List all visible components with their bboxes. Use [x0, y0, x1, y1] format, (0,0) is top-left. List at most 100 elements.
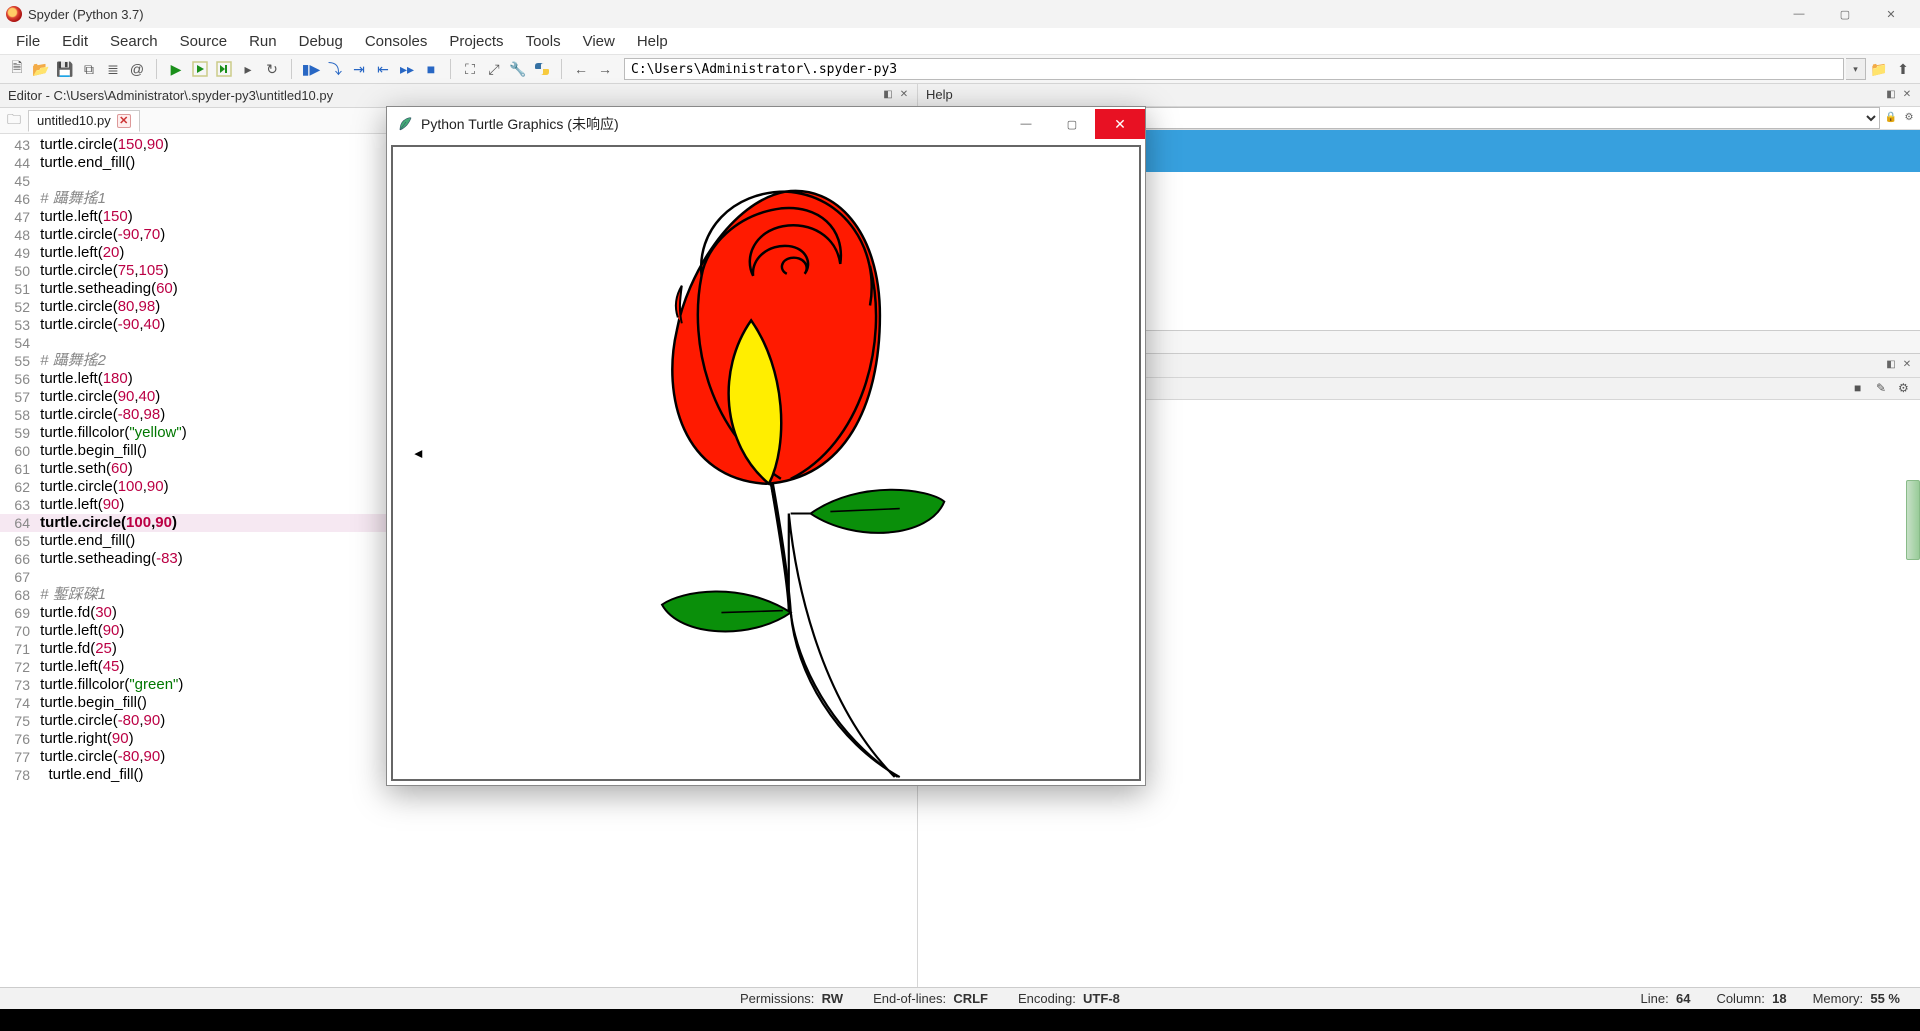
status-encoding-label: Encoding:: [1018, 991, 1076, 1006]
turtle-window-title: Python Turtle Graphics (未响应): [421, 114, 619, 134]
console-stop-icon[interactable]: ■: [1854, 381, 1870, 397]
nav-forward-icon[interactable]: →: [594, 58, 616, 80]
line-number: 50: [0, 262, 36, 280]
tab-close-icon[interactable]: ✕: [117, 114, 131, 128]
line-number: 61: [0, 460, 36, 478]
pane-undock-icon[interactable]: ◧: [881, 87, 895, 101]
menu-view[interactable]: View: [573, 31, 625, 52]
run-selection-icon[interactable]: ▸: [237, 58, 259, 80]
maximize-pane-icon[interactable]: ⛶: [459, 58, 481, 80]
nav-back-icon[interactable]: ←: [570, 58, 592, 80]
run-cell-icon[interactable]: [189, 58, 211, 80]
menu-search[interactable]: Search: [100, 31, 168, 52]
status-eol-value: CRLF: [953, 991, 988, 1006]
line-number: 54: [0, 334, 36, 352]
pane-undock-icon[interactable]: ◧: [1884, 357, 1898, 371]
editor-tab[interactable]: untitled10.py ✕: [28, 110, 140, 132]
taskbar-strip: [0, 1009, 1920, 1031]
status-line-value: 64: [1676, 991, 1690, 1006]
turtle-maximize-button[interactable]: ▢: [1049, 109, 1095, 139]
python-path-icon[interactable]: [531, 58, 553, 80]
turtle-canvas: [391, 145, 1141, 781]
list-icon[interactable]: ≣: [102, 58, 124, 80]
app-title: Spyder (Python 3.7): [28, 7, 144, 22]
console-scrollbar-thumb[interactable]: [1906, 480, 1920, 560]
pane-close-icon[interactable]: ✕: [897, 87, 911, 101]
working-directory-input[interactable]: [624, 58, 1844, 80]
menu-run[interactable]: Run: [239, 31, 287, 52]
status-mem-value: 55 %: [1870, 991, 1900, 1006]
console-options-icon[interactable]: ⚙: [1898, 381, 1914, 397]
debug-continue-icon[interactable]: ▸▸: [396, 58, 418, 80]
line-number: 65: [0, 532, 36, 550]
status-encoding-value: UTF-8: [1083, 991, 1120, 1006]
help-gear-icon[interactable]: ⚙: [1902, 111, 1916, 125]
save-icon[interactable]: 💾: [54, 58, 76, 80]
menu-consoles[interactable]: Consoles: [355, 31, 438, 52]
menu-file[interactable]: File: [6, 31, 50, 52]
window-close-button[interactable]: ✕: [1868, 0, 1914, 28]
menu-projects[interactable]: Projects: [439, 31, 513, 52]
pane-close-icon[interactable]: ✕: [1900, 357, 1914, 371]
editor-tab-label: untitled10.py: [37, 113, 111, 128]
line-number: 52: [0, 298, 36, 316]
line-number: 49: [0, 244, 36, 262]
parent-directory-icon[interactable]: ⬆: [1892, 58, 1914, 80]
line-number: 46: [0, 190, 36, 208]
pane-undock-icon[interactable]: ◧: [1884, 87, 1898, 101]
status-bar: Permissions: RW End-of-lines: CRLF Encod…: [0, 987, 1920, 1009]
debug-step-over-icon[interactable]: ⤵: [324, 58, 346, 80]
new-file-icon[interactable]: 🗎: [6, 58, 28, 80]
debug-stop-icon[interactable]: ■: [420, 58, 442, 80]
editor-pane-header: Editor - C:\Users\Administrator\.spyder-…: [0, 84, 917, 108]
window-maximize-button[interactable]: ▢: [1822, 0, 1868, 28]
menu-edit[interactable]: Edit: [52, 31, 98, 52]
debug-step-out-icon[interactable]: ⇤: [372, 58, 394, 80]
turtle-minimize-button[interactable]: —: [1003, 109, 1049, 139]
line-number: 45: [0, 172, 36, 190]
help-pane-header: Help ◧ ✕: [918, 84, 1920, 107]
editor-pane-title: Editor - C:\Users\Administrator\.spyder-…: [8, 88, 333, 103]
browse-directory-icon[interactable]: 📁: [1868, 58, 1890, 80]
menu-tools[interactable]: Tools: [516, 31, 571, 52]
working-directory-dropdown[interactable]: ▾: [1846, 58, 1866, 80]
help-lock-icon[interactable]: 🔒: [1884, 111, 1898, 125]
line-number: 58: [0, 406, 36, 424]
line-number: 72: [0, 658, 36, 676]
file-switcher-icon[interactable]: 🗀: [4, 111, 24, 131]
menu-bar: FileEditSearchSourceRunDebugConsolesProj…: [0, 28, 1920, 54]
line-number: 73: [0, 676, 36, 694]
line-number: 64: [0, 514, 36, 532]
fullscreen-icon[interactable]: ⤢: [483, 58, 505, 80]
open-file-icon[interactable]: 📂: [30, 58, 52, 80]
status-col-label: Column:: [1716, 991, 1764, 1006]
toolbar-separator: [291, 59, 292, 79]
line-number: 62: [0, 478, 36, 496]
menu-source[interactable]: Source: [170, 31, 238, 52]
menu-debug[interactable]: Debug: [289, 31, 353, 52]
rerun-icon[interactable]: ↻: [261, 58, 283, 80]
line-number: 66: [0, 550, 36, 568]
debug-step-icon[interactable]: ▮▶: [300, 58, 322, 80]
line-number: 69: [0, 604, 36, 622]
line-number: 43: [0, 136, 36, 154]
line-number: 60: [0, 442, 36, 460]
pane-close-icon[interactable]: ✕: [1900, 87, 1914, 101]
debug-step-in-icon[interactable]: ⇥: [348, 58, 370, 80]
line-number: 76: [0, 730, 36, 748]
turtle-titlebar[interactable]: Python Turtle Graphics (未响应) — ▢ ✕: [387, 107, 1145, 141]
line-number: 59: [0, 424, 36, 442]
at-icon[interactable]: @: [126, 58, 148, 80]
menu-help[interactable]: Help: [627, 31, 678, 52]
line-number: 44: [0, 154, 36, 172]
turtle-close-button[interactable]: ✕: [1095, 109, 1145, 139]
window-minimize-button[interactable]: —: [1776, 0, 1822, 28]
spyder-icon: [6, 6, 22, 22]
run-icon[interactable]: ▶: [165, 58, 187, 80]
console-clear-icon[interactable]: ✎: [1876, 381, 1892, 397]
preferences-icon[interactable]: 🔧: [507, 58, 529, 80]
turtle-graphics-window[interactable]: Python Turtle Graphics (未响应) — ▢ ✕: [386, 106, 1146, 786]
save-all-icon[interactable]: ⧉: [78, 58, 100, 80]
line-number: 63: [0, 496, 36, 514]
run-cell-advance-icon[interactable]: [213, 58, 235, 80]
